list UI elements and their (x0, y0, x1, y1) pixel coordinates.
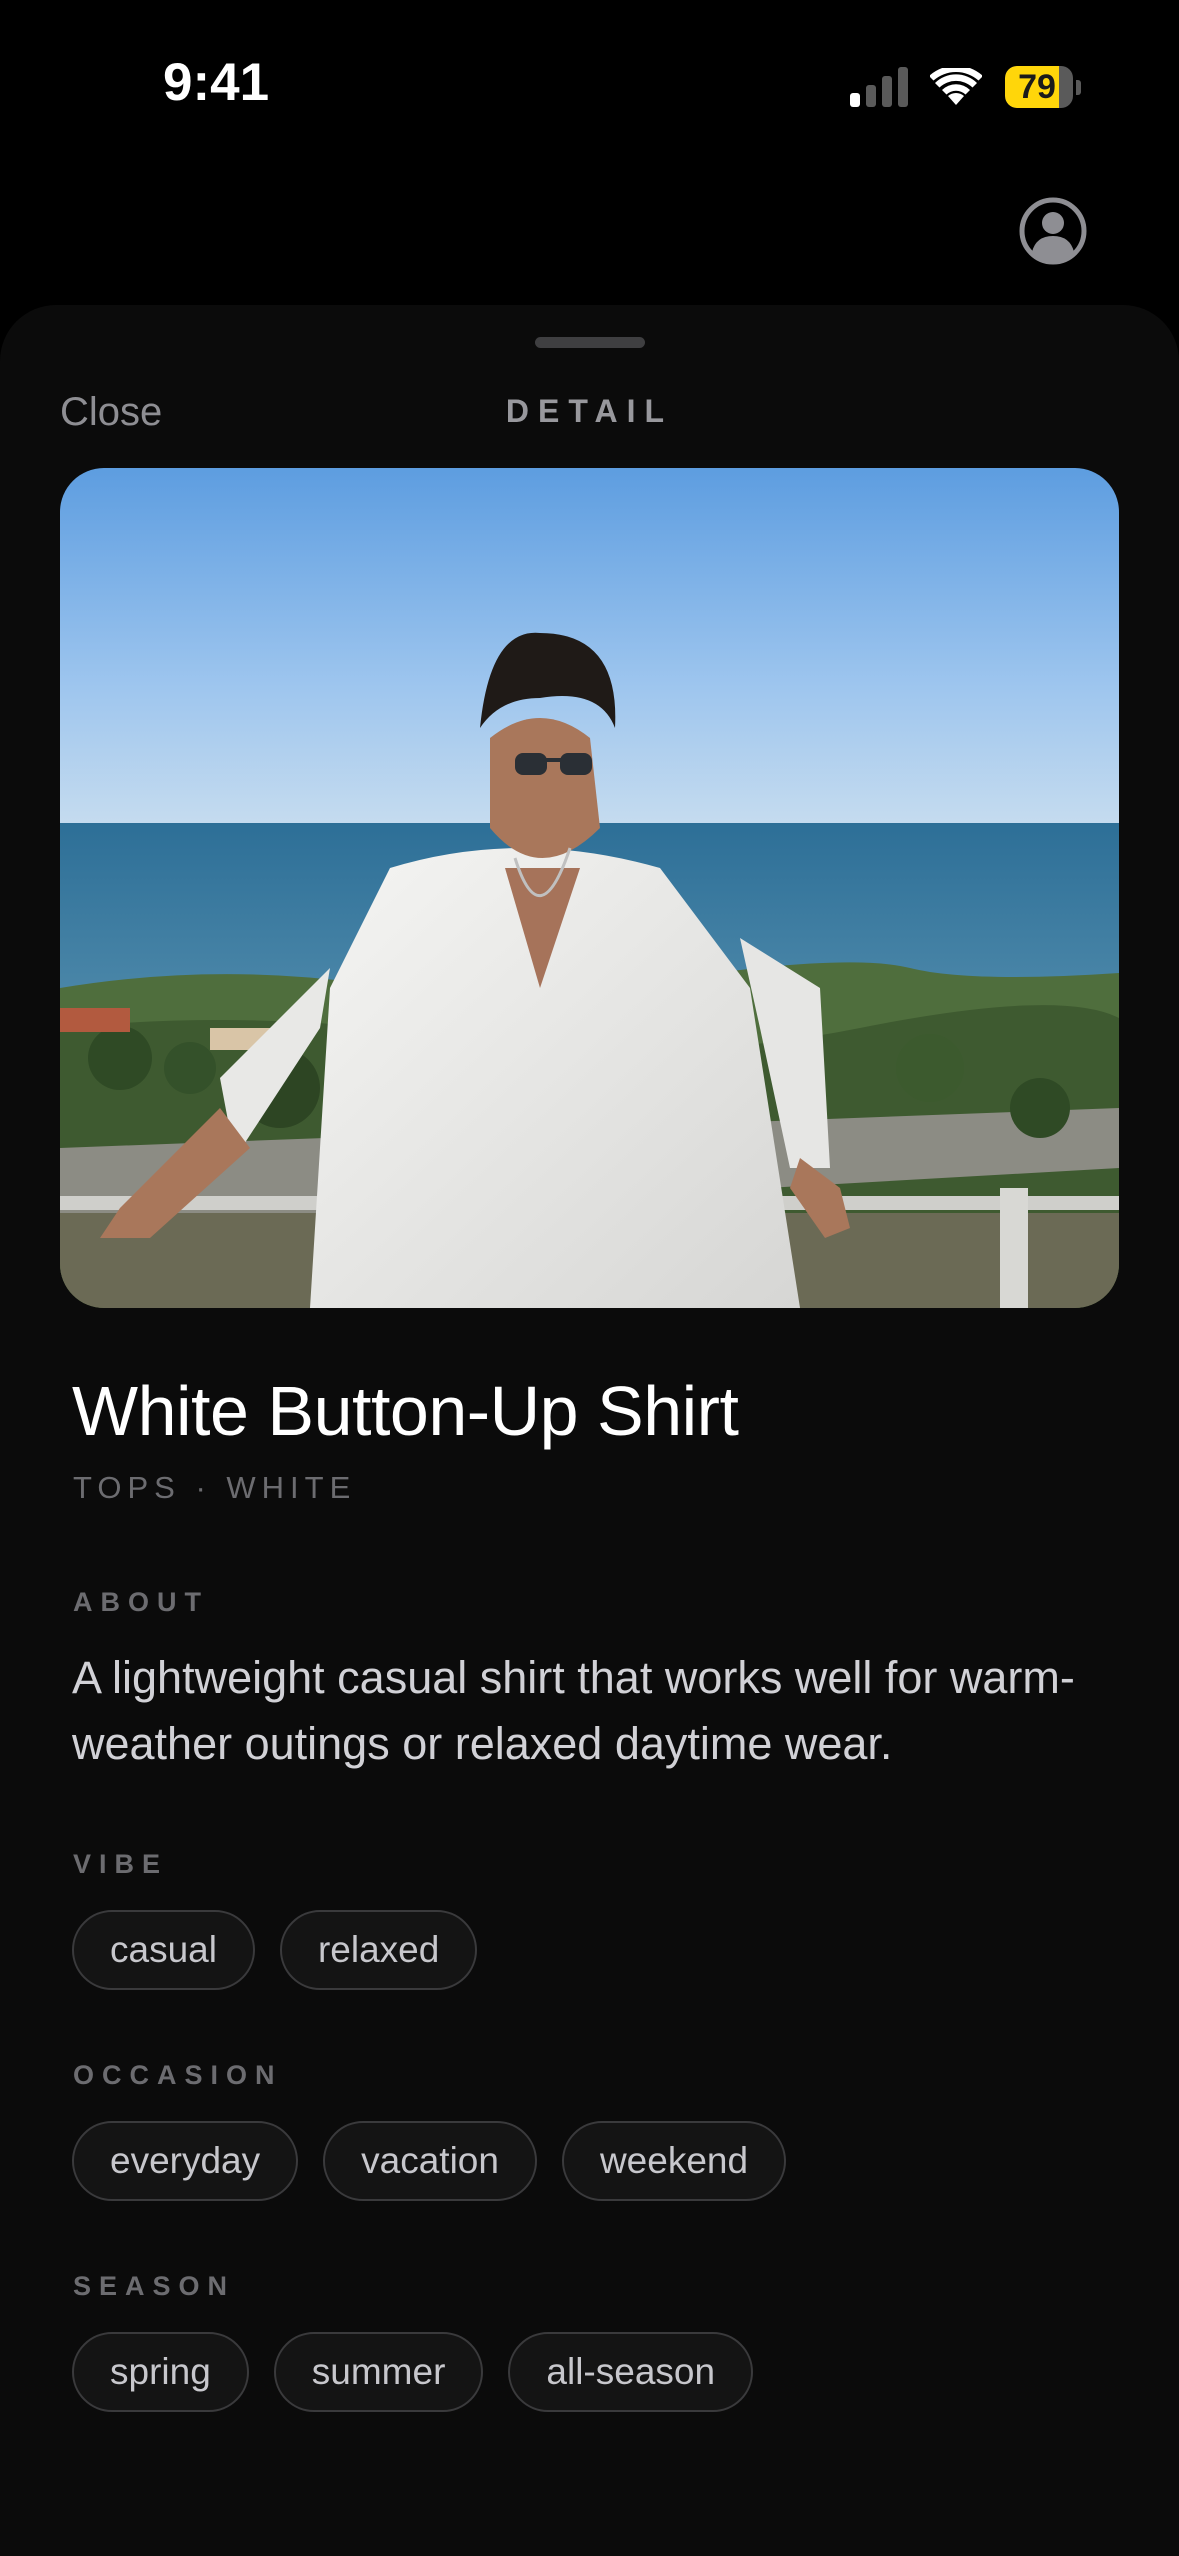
wifi-icon (930, 68, 982, 105)
vibe-chips: casual relaxed (72, 1910, 478, 1990)
sheet-title: DETAIL (505, 393, 674, 429)
about-label: ABOUT (73, 1587, 209, 1617)
sheet-grabber[interactable] (535, 337, 645, 348)
vibe-chip[interactable]: relaxed (279, 1910, 478, 1990)
occasion-label: OCCASION (73, 2060, 283, 2090)
cellular-signal-icon (850, 67, 908, 107)
season-chip[interactable]: all-season (508, 2332, 754, 2412)
occasion-chips: everyday vacation weekend (72, 2121, 787, 2201)
status-bar: 9:41 79 (0, 0, 1179, 175)
battery-body: 79 (1005, 66, 1074, 108)
status-indicators: 79 (850, 64, 1081, 110)
occasion-chip[interactable]: vacation (323, 2121, 537, 2201)
vibe-label: VIBE (73, 1849, 169, 1879)
status-time: 9:41 (163, 53, 270, 112)
season-chips: spring summer all-season (72, 2332, 754, 2412)
season-chip[interactable]: summer (273, 2332, 484, 2412)
about-text: A lightweight casual shirt that works we… (72, 1652, 1075, 1769)
season-chip[interactable]: spring (72, 2332, 249, 2412)
battery-icon: 79 (1005, 65, 1081, 109)
vibe-chip[interactable]: casual (72, 1910, 255, 1990)
season-label: SEASON (73, 2271, 236, 2301)
item-category-color: TOPS · WHITE (73, 1470, 357, 1505)
item-title: White Button-Up Shirt (72, 1372, 739, 1450)
item-photo-image (60, 468, 1119, 1308)
battery-level: 79 (1018, 68, 1056, 106)
person-circle-icon[interactable] (1018, 196, 1088, 266)
battery-cap (1076, 79, 1081, 95)
item-photo (60, 468, 1119, 1308)
detail-sheet: Close DETAIL White Button-Up Shirt TOPS … (0, 305, 1179, 2556)
occasion-chip[interactable]: everyday (72, 2121, 299, 2201)
occasion-chip[interactable]: weekend (561, 2121, 787, 2201)
